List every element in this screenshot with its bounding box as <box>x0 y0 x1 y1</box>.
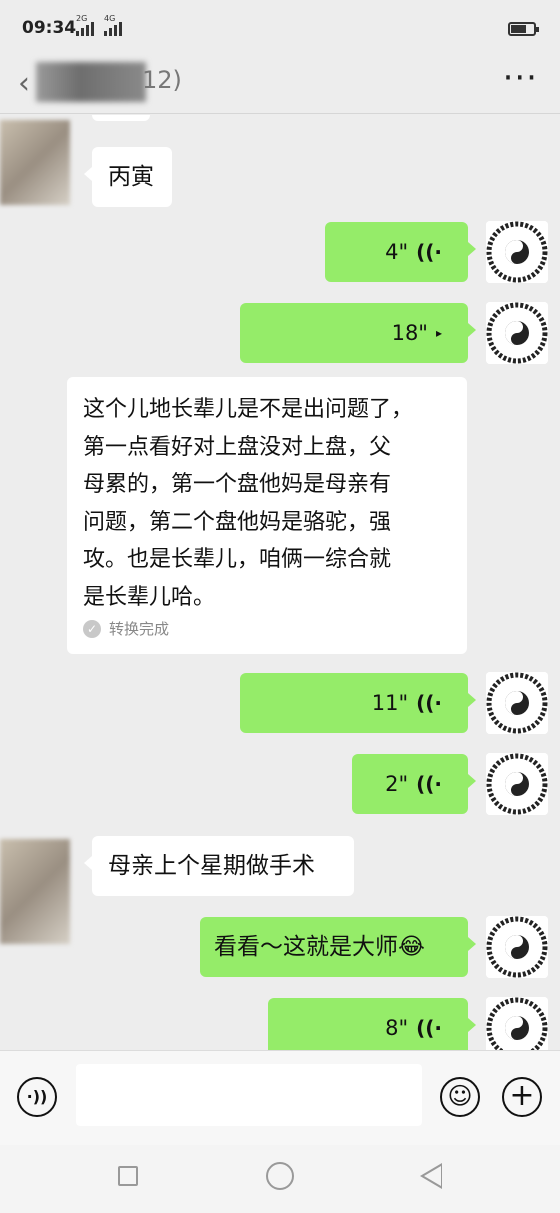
message-text: 丙寅 <box>108 164 154 190</box>
transcript-line: 这个儿地长辈儿是不是出问题了， <box>83 397 414 422</box>
voice-message-bubble[interactable]: 2" ((· <box>352 754 476 814</box>
laughing-tears-emoji-icon: 😂 <box>398 934 425 960</box>
signal-icon: 2G <box>76 14 94 36</box>
transcript-status: ✓ 转换完成 <box>83 618 451 639</box>
input-bar: ·)) ☺ + <box>0 1050 560 1145</box>
chevron-left-icon[interactable]: ‹ <box>18 66 30 101</box>
voice-input-icon[interactable]: ·)) <box>17 1077 57 1117</box>
transcript-line: 是长辈儿哈。 <box>83 584 216 610</box>
avatar[interactable] <box>486 672 548 734</box>
voice-message-bubble[interactable]: 8" ((· <box>268 998 476 1050</box>
avatar[interactable] <box>486 997 548 1050</box>
more-icon[interactable]: ··· <box>503 58 538 98</box>
cropped-message-bubble <box>92 115 150 121</box>
status-time: 09:34 <box>22 18 77 38</box>
avatar[interactable] <box>486 302 548 364</box>
voice-playing-icon: ▸ <box>435 326 442 340</box>
status-bar: 09:34 2G 4G <box>0 0 560 56</box>
avatar[interactable] <box>486 221 548 283</box>
voice-transcript[interactable]: 这个儿地长辈儿是不是出问题了， 第一点看好对上盘没对上盘，父 母累的，第一个盘他… <box>67 377 467 654</box>
voice-wave-icon: ((· <box>416 691 442 715</box>
bagua-avatar-icon <box>486 753 548 815</box>
chat-member-count: 12) <box>142 66 182 94</box>
emoji-icon[interactable]: ☺ <box>440 1077 480 1117</box>
blurred-chat-name <box>36 62 146 102</box>
transcript-line: 第一点看好对上盘没对上盘，父 <box>83 434 392 460</box>
system-nav-bar <box>0 1145 560 1213</box>
voice-duration: 4" <box>385 240 409 264</box>
bagua-avatar-icon <box>486 221 548 283</box>
chat-header: ‹ 12) ··· <box>0 56 560 114</box>
battery-icon <box>508 22 539 36</box>
avatar[interactable] <box>0 120 70 205</box>
message-list[interactable]: 丙寅 4" ((· 18" ▸ 这个儿地长辈儿是不是出问题了， 第一点看好对上盘没对… <box>0 115 560 1050</box>
avatar[interactable] <box>486 916 548 978</box>
back-icon[interactable] <box>420 1163 442 1189</box>
voice-duration: 2" <box>385 772 409 796</box>
bagua-avatar-icon <box>486 916 548 978</box>
voice-wave-icon: ((· <box>416 1016 442 1040</box>
plus-icon[interactable]: + <box>502 1077 542 1117</box>
voice-duration: 8" <box>385 1016 409 1040</box>
message-text: 母亲上个星期做手术 <box>108 853 315 879</box>
signal-icon: 4G <box>104 14 122 36</box>
transcript-line: 母累的，第一个盘他妈是母亲有 <box>83 472 392 497</box>
transcript-line: 攻。也是长辈儿，咱俩一综合就 <box>83 547 392 572</box>
voice-message-bubble[interactable]: 4" ((· <box>325 222 476 282</box>
check-icon: ✓ <box>83 619 101 638</box>
voice-message-bubble[interactable]: 11" ((· <box>240 673 476 733</box>
transcript-line: 问题，第二个盘他妈是骆驼，强 <box>83 509 392 535</box>
voice-wave-icon: ((· <box>416 772 442 796</box>
message-input[interactable] <box>76 1064 422 1126</box>
home-icon[interactable] <box>266 1162 294 1190</box>
message-bubble-them[interactable]: 母亲上个星期做手术 <box>84 836 354 896</box>
voice-wave-icon: ((· <box>416 240 442 264</box>
bagua-avatar-icon <box>486 302 548 364</box>
message-bubble-me[interactable]: 看看～这就是大师😂 <box>200 917 476 977</box>
recent-apps-icon[interactable] <box>118 1166 138 1186</box>
message-text: 看看～这就是大师 <box>214 934 398 960</box>
avatar[interactable] <box>486 753 548 815</box>
voice-duration: 11" <box>371 691 409 715</box>
voice-duration: 18" <box>391 321 428 345</box>
bagua-avatar-icon <box>486 997 548 1050</box>
message-bubble-them[interactable]: 丙寅 <box>84 147 172 207</box>
bagua-avatar-icon <box>486 672 548 734</box>
voice-message-bubble[interactable]: 18" ▸ <box>240 303 476 363</box>
avatar[interactable] <box>0 839 70 944</box>
